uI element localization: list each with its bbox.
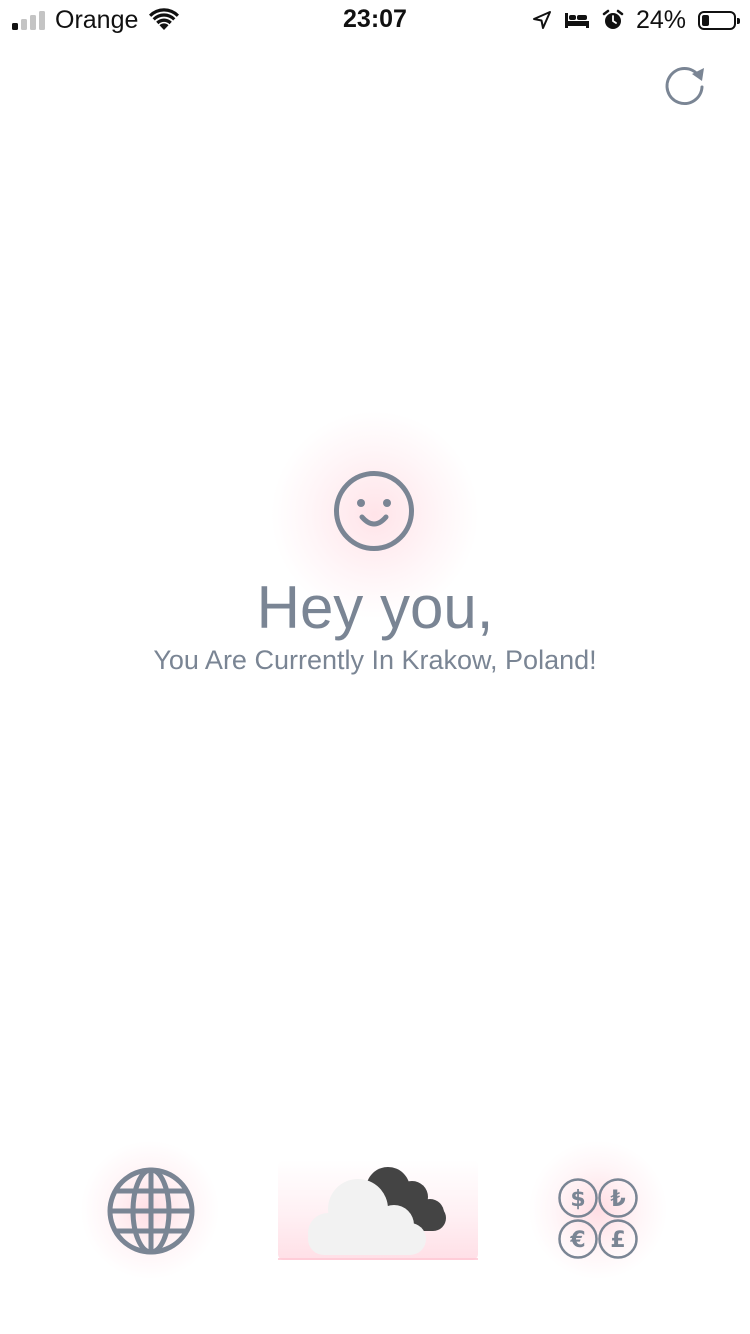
app-screen: Orange 23:07 24% Hey you, You Are Curren… — [0, 0, 750, 1334]
status-bar-right: 24% — [532, 5, 740, 34]
weather-cloud-icon — [308, 1167, 446, 1255]
battery-icon — [698, 10, 740, 30]
alarm-icon — [602, 9, 624, 29]
current-location-text: You Are Currently In Krakow, Poland! — [153, 645, 597, 675]
svg-text:€: € — [569, 1228, 585, 1253]
smile-icon — [334, 471, 414, 551]
battery-level-fill — [702, 14, 709, 26]
refresh-icon — [665, 67, 704, 106]
status-bar: Orange 23:07 24% — [0, 0, 750, 40]
currency-icon: $ ₺ € £ — [558, 1178, 638, 1259]
globe-icon — [107, 1167, 195, 1255]
battery-percentage: 24% — [635, 5, 686, 34]
nav-item-currency[interactable]: $ ₺ € £ — [556, 1177, 640, 1261]
nav-item-weather[interactable] — [302, 1165, 448, 1257]
location-arrow-icon — [532, 11, 551, 29]
svg-text:$: $ — [570, 1187, 585, 1212]
svg-text:£: £ — [610, 1228, 625, 1253]
refresh-button[interactable] — [660, 62, 710, 112]
svg-text:₺: ₺ — [610, 1187, 625, 1212]
bed-icon — [564, 13, 589, 28]
greeting-title: Hey you, — [256, 574, 494, 641]
nav-item-globe[interactable] — [105, 1165, 197, 1257]
